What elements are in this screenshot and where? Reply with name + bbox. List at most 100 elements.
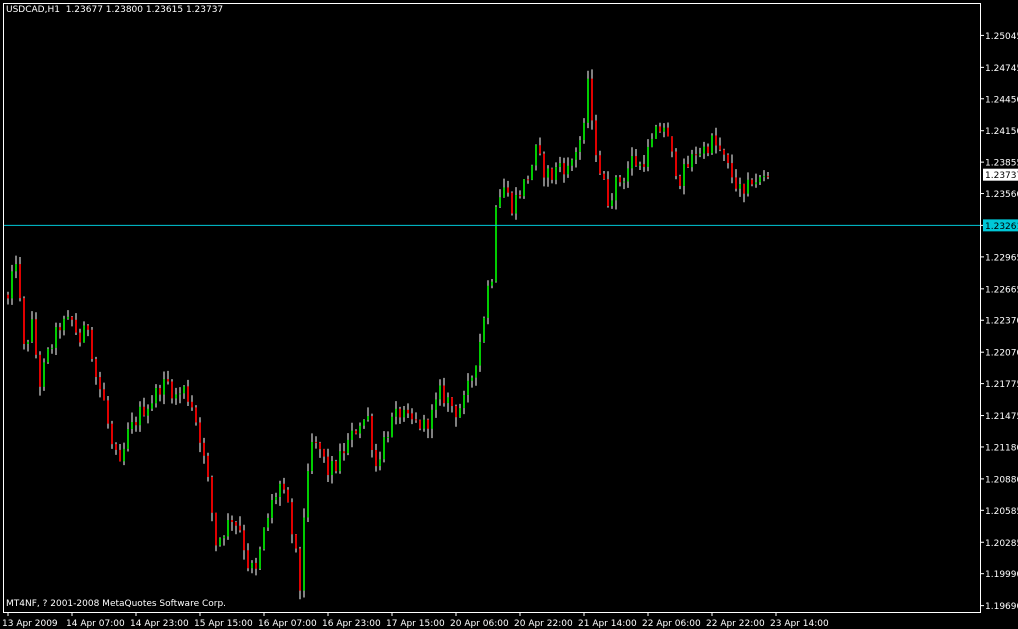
bear-candle: [767, 175, 769, 177]
bull-candle: [303, 517, 305, 591]
y-tick-label: 1.23261: [985, 222, 1018, 232]
bull-candle: [163, 379, 165, 395]
bear-candle: [199, 422, 201, 443]
y-tick-label: 1.21180: [985, 443, 1018, 453]
bull-candle: [491, 281, 493, 286]
bear-candle: [115, 444, 117, 450]
bear-candle: [235, 522, 237, 526]
bull-candle: [567, 165, 569, 175]
bull-candle: [139, 406, 141, 426]
bull-candle: [227, 520, 229, 537]
bull-candle: [639, 164, 641, 166]
bull-candle: [475, 365, 477, 378]
bull-candle: [263, 527, 265, 550]
x-tick-label: 17 Apr 15:00: [386, 619, 445, 629]
bear-candle: [687, 164, 689, 168]
current-price-label: 1.23737: [985, 171, 1018, 181]
bull-candle: [747, 179, 749, 194]
bear-candle: [327, 456, 329, 476]
bear-candle: [511, 192, 513, 214]
bear-candle: [727, 154, 729, 164]
bear-candle: [59, 327, 61, 331]
bull-candle: [559, 163, 561, 168]
bear-candle: [283, 483, 285, 490]
bear-candle: [743, 184, 745, 194]
bear-candle: [411, 413, 413, 420]
bull-candle: [151, 403, 153, 409]
bear-candle: [603, 173, 605, 180]
bear-candle: [599, 155, 601, 174]
bear-candle: [103, 389, 105, 401]
bear-candle: [255, 562, 257, 569]
bear-candle: [99, 377, 101, 390]
bear-candle: [211, 476, 213, 513]
bear-candle: [595, 120, 597, 156]
bull-candle: [759, 177, 761, 183]
bull-candle: [547, 168, 549, 178]
x-tick-label: 14 Apr 07:00: [66, 619, 125, 629]
bull-candle: [499, 197, 501, 207]
bull-candle: [271, 500, 273, 518]
bull-candle: [279, 483, 281, 497]
bear-candle: [91, 329, 93, 360]
y-tick-label: 1.23855: [985, 159, 1018, 169]
bear-candle: [243, 530, 245, 551]
bull-candle: [699, 153, 701, 156]
y-tick-label: 1.24745: [985, 64, 1018, 74]
bull-candle: [647, 146, 649, 167]
y-tick-label: 1.20585: [985, 507, 1018, 517]
bull-candle: [439, 385, 441, 400]
bull-candle: [739, 184, 741, 189]
bull-candle: [259, 549, 261, 569]
bull-candle: [435, 399, 437, 410]
bear-candle: [299, 548, 301, 591]
bull-candle: [175, 394, 177, 399]
bear-candle: [287, 489, 289, 503]
bear-candle: [719, 145, 721, 150]
bear-candle: [295, 534, 297, 549]
bear-candle: [399, 408, 401, 418]
bull-candle: [459, 408, 461, 418]
bull-candle: [587, 78, 589, 123]
bear-candle: [167, 379, 169, 382]
bear-candle: [667, 127, 669, 137]
bear-candle: [187, 386, 189, 402]
bear-candle: [207, 455, 209, 477]
bull-candle: [219, 538, 221, 546]
bull-candle: [11, 271, 13, 299]
bull-candle: [147, 408, 149, 416]
bull-candle: [15, 264, 17, 272]
bear-candle: [323, 449, 325, 457]
bear-candle: [695, 154, 697, 156]
bear-candle: [215, 512, 217, 546]
bear-candle: [7, 294, 9, 299]
bear-candle: [675, 151, 677, 177]
bear-candle: [451, 397, 453, 407]
bull-candle: [131, 422, 133, 429]
bear-candle: [35, 319, 37, 355]
price-axis: 1.25045 1.24745 1.24450 1.24150 1.23855 1.235…: [980, 32, 1018, 612]
bear-candle: [731, 163, 733, 178]
bear-candle: [751, 179, 753, 185]
bear-candle: [679, 176, 681, 186]
bear-candle: [723, 149, 725, 155]
bear-candle: [191, 401, 193, 408]
x-tick-label: 20 Apr 22:00: [514, 619, 573, 629]
bear-candle: [135, 422, 137, 426]
bull-candle: [575, 151, 577, 160]
bear-candle: [315, 441, 317, 443]
x-tick-label: 15 Apr 15:00: [194, 619, 253, 629]
x-tick-label: 23 Apr 14:00: [770, 619, 829, 629]
bear-candle: [291, 502, 293, 535]
bear-candle: [619, 177, 621, 183]
bull-candle: [155, 387, 157, 404]
y-tick-label: 1.25045: [985, 32, 1018, 42]
candles-layer: [7, 69, 769, 600]
bull-candle: [183, 386, 185, 394]
bull-candle: [83, 325, 85, 343]
bull-candle: [515, 194, 517, 214]
bear-candle: [23, 298, 25, 344]
bull-candle: [571, 159, 573, 166]
bull-candle: [367, 416, 369, 420]
bear-candle: [563, 163, 565, 175]
